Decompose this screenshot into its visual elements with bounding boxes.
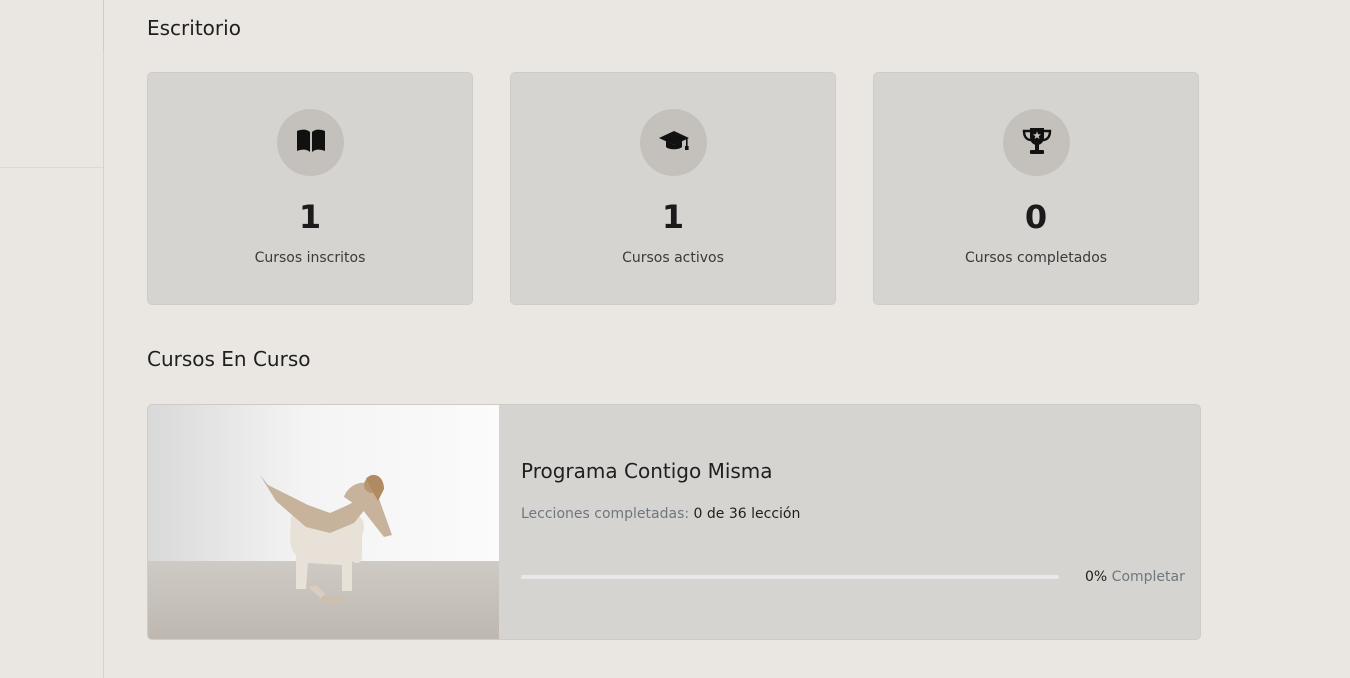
sidebar-divider [0,167,103,168]
sidebar [0,0,104,678]
stat-icon-circle [277,109,344,176]
page-title: Escritorio [147,16,241,40]
stat-icon-circle [1003,109,1070,176]
sidebar-edge [103,0,104,52]
lessons-label: Lecciones completadas: [521,506,690,522]
stat-card-active: 1 Cursos activos [510,72,836,305]
stat-card-enrolled: 1 Cursos inscritos [147,72,473,305]
section-title: Cursos En Curso [147,347,311,371]
stat-value: 1 [661,198,685,236]
progress-text: 0% Completar [1085,569,1185,585]
stat-value: 0 [1024,198,1048,236]
progress-percent: 0% [1085,569,1108,585]
stat-label: Cursos activos [622,250,724,266]
lessons-count: 0 de 36 lección [693,506,801,522]
trophy-icon [1021,125,1053,161]
progress-status: Completar [1111,569,1185,585]
stat-value: 1 [298,198,322,236]
stat-label: Cursos completados [964,250,1108,266]
stat-label: Cursos inscritos [254,250,366,266]
graduation-cap-icon [658,129,690,157]
progress-bar [521,575,1059,579]
course-title[interactable]: Programa Contigo Misma [521,459,773,483]
course-thumbnail[interactable] [148,405,499,639]
stat-icon-circle [640,109,707,176]
lessons-progress-line: Lecciones completadas: 0 de 36 lección [521,506,800,522]
stat-card-completed: 0 Cursos completados [873,72,1199,305]
course-card[interactable]: Programa Contigo Misma Lecciones complet… [147,404,1201,640]
open-book-icon [295,128,327,158]
